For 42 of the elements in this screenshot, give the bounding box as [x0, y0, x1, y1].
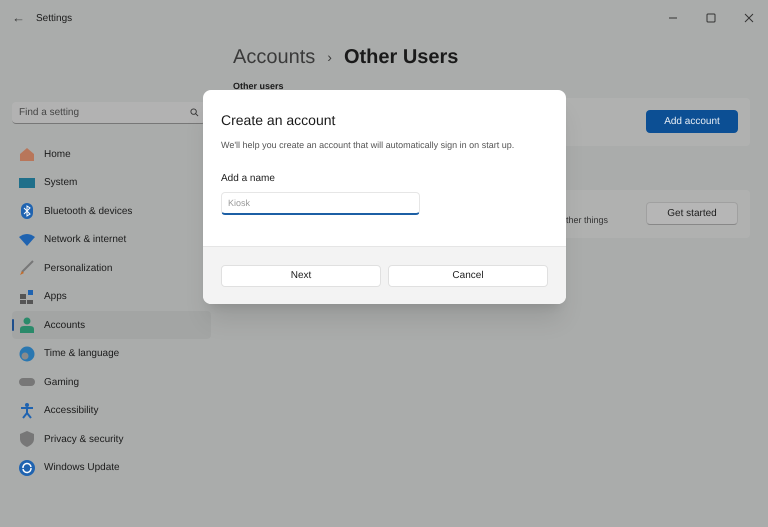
- nav-item[interactable]: Network & internet: [12, 226, 211, 254]
- breadcrumb-separator: ›: [327, 48, 332, 66]
- add-account-button[interactable]: Add account: [646, 110, 738, 133]
- nav-item[interactable]: Personalization: [12, 254, 211, 282]
- page-title: Other Users: [344, 45, 458, 70]
- back-button[interactable]: ←: [12, 8, 32, 28]
- search-placeholder: Find a setting: [19, 106, 80, 120]
- dialog-button[interactable]: Cancel: [388, 264, 548, 286]
- dialog-button[interactable]: Next: [221, 264, 381, 286]
- apps-icon: [19, 288, 35, 304]
- nav-item[interactable]: Privacy & security: [12, 425, 211, 453]
- dialog-title: Create an account: [221, 111, 336, 130]
- name-field[interactable]: Kiosk: [221, 192, 420, 214]
- person-icon: [20, 317, 34, 333]
- wifi-icon: [19, 234, 35, 246]
- nav-item[interactable]: Accessibility: [12, 396, 211, 424]
- shield-icon: [20, 431, 34, 447]
- get-started-button[interactable]: Get started: [646, 202, 738, 225]
- bluetooth-icon: [21, 203, 33, 219]
- brush-icon: [19, 260, 35, 276]
- nav-item[interactable]: Accounts: [12, 311, 211, 339]
- search-field[interactable]: Find a setting: [12, 102, 206, 124]
- card-text: ther things: [566, 214, 608, 227]
- field-label: Add a name: [221, 172, 276, 186]
- nav-item[interactable]: System: [12, 168, 211, 196]
- accessibility-icon: [20, 402, 34, 418]
- house-icon: [19, 146, 35, 162]
- refresh-icon: [19, 460, 35, 476]
- nav-item[interactable]: Gaming: [12, 368, 211, 396]
- search-icon: [190, 108, 199, 117]
- nav-item[interactable]: Time & language: [12, 340, 211, 368]
- window-title: Settings: [36, 12, 72, 26]
- nav-item[interactable]: Bluetooth & devices: [12, 197, 211, 225]
- nav-item[interactable]: Windows Update: [12, 454, 211, 482]
- nav-item[interactable]: Apps: [12, 282, 211, 310]
- maximize-icon[interactable]: [706, 13, 716, 23]
- close-icon[interactable]: [744, 13, 754, 23]
- breadcrumb-parent[interactable]: Accounts: [233, 42, 316, 72]
- monitor-icon: [19, 176, 35, 188]
- dialog-subtitle: We'll help you create an account that will automatically sign in on start up.: [221, 139, 516, 152]
- section-title: Other users: [233, 80, 285, 93]
- nav-item[interactable]: Home: [12, 140, 211, 168]
